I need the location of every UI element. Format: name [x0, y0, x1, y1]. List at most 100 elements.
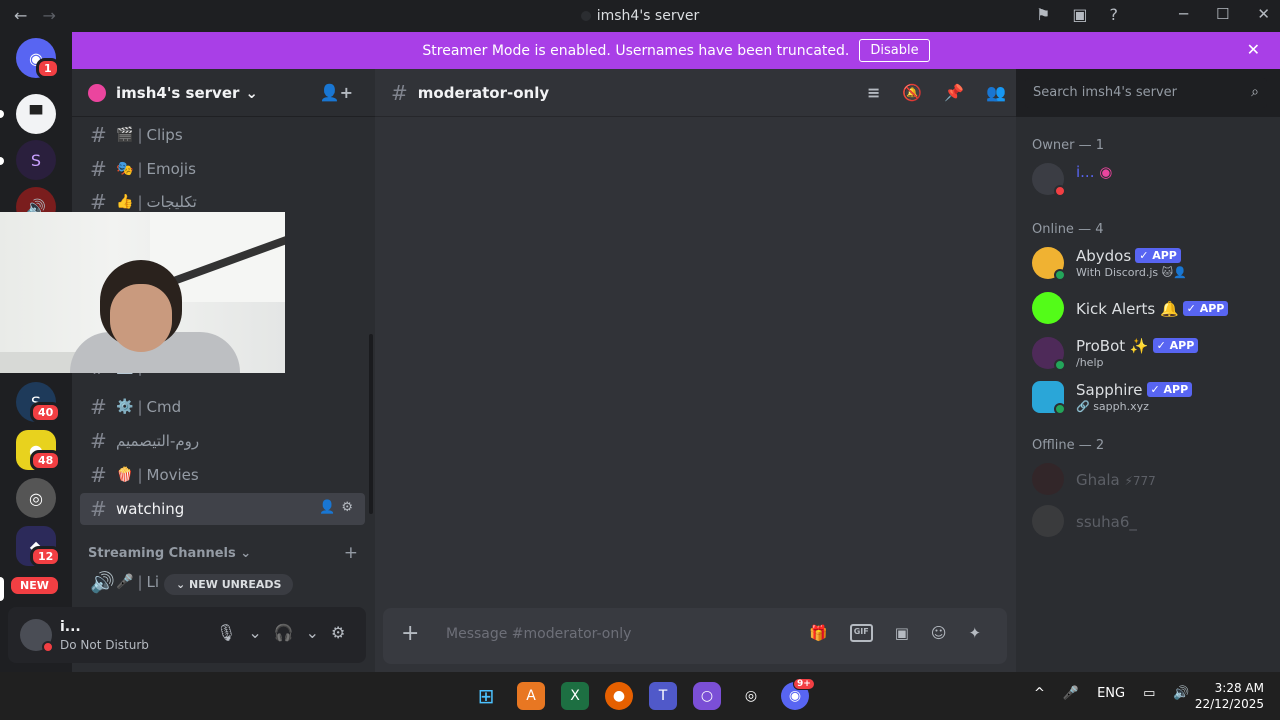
owner-name: i...	[1076, 163, 1095, 181]
obs-icon[interactable]: ◎	[737, 682, 765, 710]
sticker-icon[interactable]: ▣	[895, 624, 909, 642]
windows-start-icon[interactable]: ⊞	[472, 682, 500, 710]
gif-icon[interactable]: GIF	[849, 624, 873, 642]
channel-title: moderator-only	[417, 83, 550, 102]
channel-emojis[interactable]: # 🎭 | Emojis	[80, 153, 365, 185]
pin-icon[interactable]: 📌	[944, 83, 964, 102]
member-activity: /help	[1076, 356, 1104, 369]
gear-icon[interactable]: ⚙	[341, 500, 359, 515]
invite-icon[interactable]: 👤	[319, 500, 341, 515]
microphone-icon[interactable]: 🎙	[216, 623, 236, 642]
member-owner[interactable]: i... ◉	[1032, 159, 1272, 201]
minimize-button[interactable]: ─	[1179, 5, 1188, 23]
banner-text: Streamer Mode is enabled. Usernames have…	[422, 42, 850, 59]
member-name: i... ◉	[1076, 163, 1112, 181]
member-probot[interactable]: ProBot ✨ ✓ APP /help	[1032, 333, 1272, 375]
server-header[interactable]: imsh4's server ⌄ 👤+	[72, 69, 375, 117]
search-input[interactable]: Search imsh4's server ⌕	[1025, 78, 1267, 108]
threads-icon[interactable]: ≡	[867, 83, 880, 102]
server-icon-6[interactable]: ◎	[16, 478, 56, 518]
header-tools: ≡ 🔕 📌 👥	[867, 83, 1006, 102]
gift-icon[interactable]: 🎁	[809, 624, 828, 642]
search-placeholder: Search imsh4's server	[1033, 85, 1177, 100]
channel-name: Clips	[146, 126, 183, 144]
maximize-button[interactable]: ☐	[1216, 5, 1229, 23]
member-ssuha6[interactable]: ssuha6_	[1032, 501, 1272, 543]
excel-icon[interactable]: X	[561, 682, 589, 710]
banner-close-icon[interactable]: ✕	[1247, 40, 1260, 59]
unread-pill	[0, 110, 4, 118]
channel-header: # moderator-only ≡ 🔕 📌 👥	[375, 69, 1016, 117]
username[interactable]: i...	[60, 619, 81, 635]
new-unreads-button[interactable]: ⌄ NEW UNREADS	[164, 574, 294, 595]
help-icon[interactable]: ?	[1109, 5, 1118, 24]
unread-pill	[0, 157, 4, 165]
close-window-button[interactable]: ✕	[1257, 5, 1270, 23]
app-icon-circle[interactable]: ○	[693, 682, 721, 710]
settings-gear-icon[interactable]: ⚙	[331, 623, 345, 642]
member-activity: With Discord.js 🐱👤	[1076, 266, 1187, 279]
member-name-text: Ghala	[1076, 471, 1120, 489]
channel-emoji: 🍿	[116, 467, 134, 483]
member-abydos[interactable]: Abydos ✓ APP With Discord.js 🐱👤	[1032, 243, 1272, 285]
channel-emoji: 🎬	[116, 127, 134, 143]
server-icon-1[interactable]: ▀	[16, 94, 56, 134]
online-status-icon	[1054, 269, 1066, 281]
channel-cmd[interactable]: # ⚙️ | Cmd	[80, 391, 365, 423]
apps-icon[interactable]: ✦	[969, 624, 982, 642]
microphone-icon[interactable]: 🎤	[1063, 686, 1079, 701]
member-ghala[interactable]: Ghala ⚡777	[1032, 459, 1272, 501]
separator: |	[137, 126, 143, 144]
notifications-muted-icon[interactable]: 🔕	[902, 83, 922, 102]
chevron-down-icon[interactable]: ⌄	[306, 623, 319, 642]
hash-icon: #	[90, 463, 107, 487]
hash-icon: #	[90, 429, 107, 453]
channel-clips[interactable]: # 🎬 | Clips	[80, 119, 365, 151]
channel-movies[interactable]: # 🍿 | Movies	[80, 459, 365, 491]
inbox-icon[interactable]: ▣	[1072, 5, 1087, 24]
teams-icon[interactable]: T	[649, 682, 677, 710]
separator: |	[137, 398, 143, 416]
streamer-mode-banner: Streamer Mode is enabled. Usernames have…	[72, 32, 1280, 69]
user-status: Do Not Disturb	[60, 638, 149, 652]
member-tag: ⚡777	[1124, 474, 1156, 488]
owner-header: Owner — 1	[1032, 138, 1104, 153]
member-name-text: Abydos	[1076, 247, 1132, 265]
channel-design[interactable]: # روم-التيصميم	[80, 425, 365, 457]
channel-watching[interactable]: # watching 👤⚙	[80, 493, 365, 525]
add-attachment-icon[interactable]: +	[401, 621, 419, 646]
category-streaming[interactable]: Streaming Channels ⌄ +	[88, 543, 358, 563]
new-unreads-label: NEW UNREADS	[189, 578, 282, 591]
title-tools: ⚑ ▣ ?	[1036, 5, 1118, 24]
avatar	[1032, 463, 1064, 495]
server-flower-icon	[88, 83, 106, 102]
hash-icon: #	[90, 395, 107, 419]
message-input[interactable]: Message #moderator-only	[446, 626, 631, 642]
volume-icon[interactable]: 🔊	[1173, 686, 1189, 701]
network-icon[interactable]: ▭	[1143, 686, 1155, 701]
language-indicator[interactable]: ENG	[1097, 686, 1125, 701]
add-channel-icon[interactable]: +	[344, 543, 358, 563]
emoji-icon[interactable]: ☺	[931, 624, 947, 642]
sidebar-scrollbar[interactable]	[369, 334, 373, 514]
firefox-icon[interactable]: ●	[605, 682, 633, 710]
clock[interactable]: 3:28 AM 22/12/2025	[1195, 680, 1264, 712]
server-icon	[580, 11, 591, 21]
chevron-down-icon: ⌄	[240, 546, 252, 561]
inbox-flag-icon[interactable]: ⚑	[1036, 5, 1050, 24]
headphones-icon[interactable]: 🎧	[274, 623, 294, 642]
member-list-icon[interactable]: 👥	[986, 83, 1006, 102]
server-icon-2[interactable]: S	[16, 140, 56, 180]
invite-user-icon[interactable]: 👤+	[320, 83, 353, 102]
separator: |	[137, 573, 143, 591]
new-badge[interactable]: NEW	[8, 574, 61, 597]
app-icon-a[interactable]: A	[517, 682, 545, 710]
member-sapphire[interactable]: Sapphire ✓ APP 🔗 sapph.xyz	[1032, 377, 1272, 419]
online-status-icon	[1054, 359, 1066, 371]
member-kick-alerts[interactable]: Kick Alerts 🔔 ✓ APP	[1032, 288, 1272, 330]
disable-button[interactable]: Disable	[859, 39, 930, 62]
offline-header: Offline — 2	[1032, 438, 1105, 453]
chevron-down-icon[interactable]: ⌄	[248, 623, 261, 642]
member-name: ProBot ✨ ✓ APP	[1076, 337, 1199, 355]
chevron-up-icon[interactable]: ^	[1034, 686, 1045, 701]
